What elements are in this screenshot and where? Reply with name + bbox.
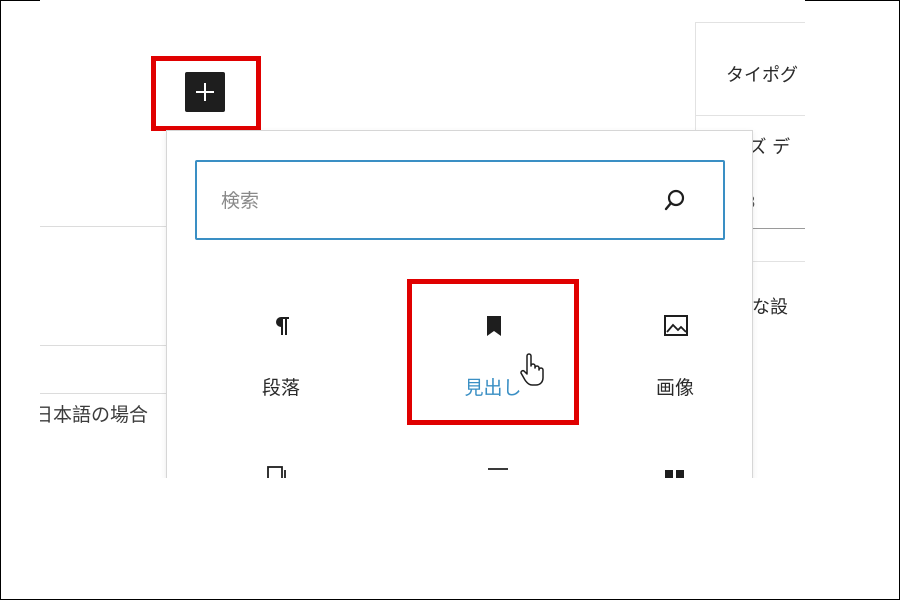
block-label: 段落	[261, 377, 300, 399]
hand-pointer-cursor-icon	[520, 353, 544, 386]
block-search-input[interactable]	[197, 162, 663, 240]
block-inserter-popover: 段落 見出し 画像	[166, 130, 753, 478]
panel-divider	[696, 115, 805, 116]
block-paragraph[interactable]: 段落	[201, 301, 361, 421]
bookmark-heading-icon	[487, 316, 501, 336]
block-label: 画像	[655, 377, 694, 399]
paragraph-icon	[276, 317, 289, 335]
block-image[interactable]: 画像	[595, 301, 755, 421]
search-icon[interactable]	[663, 188, 687, 212]
block-label: 見出し	[464, 377, 522, 399]
block-heading[interactable]: 見出し	[413, 301, 573, 421]
image-icon	[664, 315, 688, 336]
gallery-icon[interactable]	[267, 466, 289, 478]
divider-line	[40, 345, 170, 346]
columns-icon[interactable]	[664, 469, 686, 478]
add-block-button[interactable]	[185, 72, 225, 112]
divider-line	[40, 226, 170, 227]
typography-label: タイポグ	[726, 65, 798, 86]
editor-view: 日本語の場合 タイポグ イズ デ 13 度な設 段落	[40, 0, 805, 478]
divider-line	[40, 393, 170, 394]
notice-text: 日本語の場合	[40, 404, 149, 426]
list-icon[interactable]	[487, 467, 509, 477]
block-search-box[interactable]	[195, 160, 725, 240]
